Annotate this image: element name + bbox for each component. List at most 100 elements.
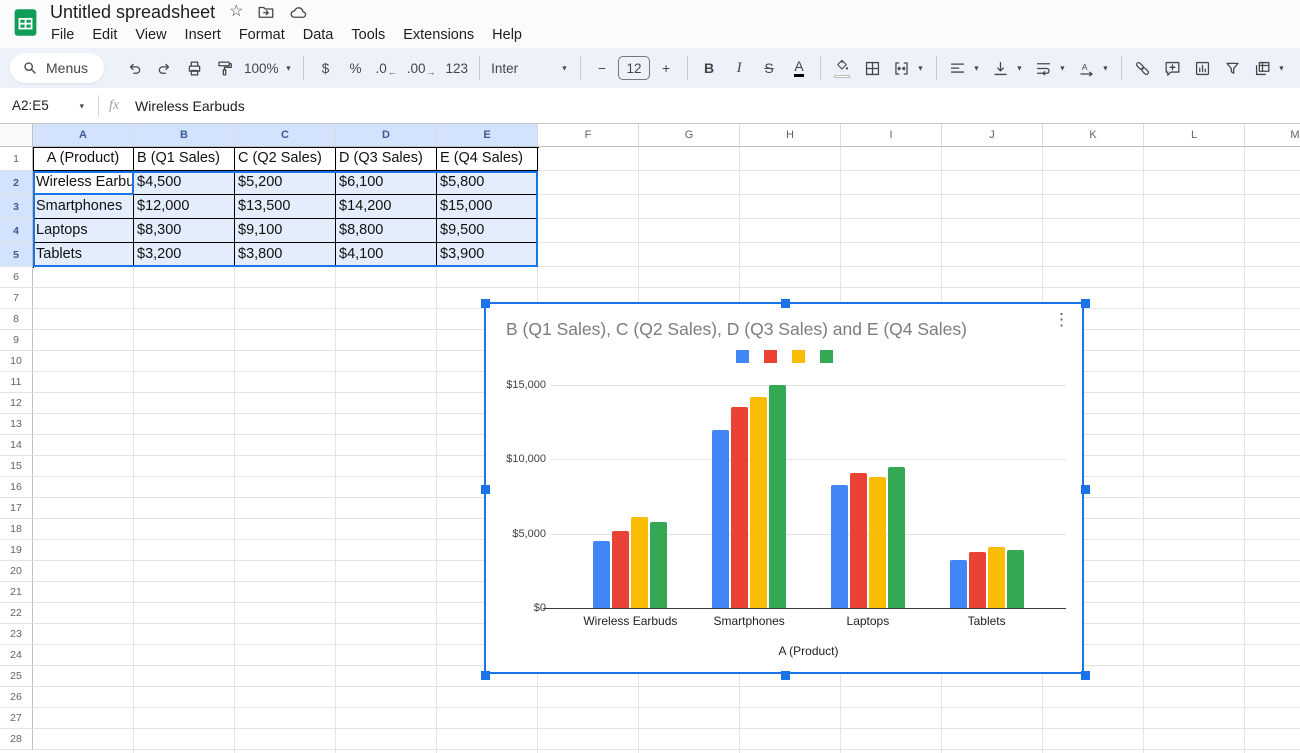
row-header-7[interactable]: 7 [0, 288, 33, 309]
column-header-j[interactable]: J [942, 124, 1043, 147]
decrease-decimals-button[interactable]: .0← [371, 54, 400, 82]
cell-A5[interactable]: Tablets [33, 243, 134, 267]
chart-resize-handle[interactable] [781, 671, 790, 680]
document-title[interactable]: Untitled spreadsheet [50, 2, 215, 23]
row-header-3[interactable]: 3 [0, 195, 33, 219]
font-size-button[interactable]: 12 [618, 56, 650, 80]
cell-E2[interactable]: $5,800 [437, 171, 538, 195]
column-header-c[interactable]: C [235, 124, 336, 147]
row-header-14[interactable]: 14 [0, 435, 33, 456]
zoom-select-button[interactable]: 100%▼ [240, 54, 296, 82]
cell-E1[interactable]: E (Q4 Sales) [437, 147, 538, 171]
column-header-f[interactable]: F [538, 124, 639, 147]
chart-resize-handle[interactable] [1081, 671, 1090, 680]
embedded-chart[interactable]: B (Q1 Sales), C (Q2 Sales), D (Q3 Sales)… [484, 302, 1084, 674]
cell-E5[interactable]: $3,900 [437, 243, 538, 267]
row-header-21[interactable]: 21 [0, 582, 33, 603]
row-header-25[interactable]: 25 [0, 666, 33, 687]
text-wrap-button[interactable]: ▼ [1030, 54, 1071, 82]
undo-button[interactable] [120, 54, 148, 82]
font-family-button[interactable]: Inter▼ [487, 54, 573, 82]
row-header-26[interactable]: 26 [0, 687, 33, 708]
cell-D1[interactable]: D (Q3 Sales) [336, 147, 437, 171]
cloud-saved-icon[interactable] [289, 3, 308, 22]
cell-B3[interactable]: $12,000 [134, 195, 235, 219]
decrease-font-size-button[interactable]: − [588, 54, 616, 82]
text-color-button[interactable]: A [785, 54, 813, 82]
cell-D5[interactable]: $4,100 [336, 243, 437, 267]
cell-C4[interactable]: $9,100 [235, 219, 336, 243]
row-header-12[interactable]: 12 [0, 393, 33, 414]
sheets-logo-icon[interactable] [11, 8, 40, 37]
chart-resize-handle[interactable] [481, 671, 490, 680]
row-header-11[interactable]: 11 [0, 372, 33, 393]
insert-link-button[interactable] [1129, 54, 1157, 82]
cell-A3[interactable]: Smartphones [33, 195, 134, 219]
cell-B2[interactable]: $4,500 [134, 171, 235, 195]
increase-decimals-button[interactable]: .00→ [403, 54, 440, 82]
menus-search-button[interactable]: Menus [10, 53, 104, 83]
row-header-10[interactable]: 10 [0, 351, 33, 372]
cell-B1[interactable]: B (Q1 Sales) [134, 147, 235, 171]
cell-E3[interactable]: $15,000 [437, 195, 538, 219]
chart-resize-handle[interactable] [1081, 299, 1090, 308]
row-header-6[interactable]: 6 [0, 267, 33, 288]
row-header-13[interactable]: 13 [0, 414, 33, 435]
cell-B4[interactable]: $8,300 [134, 219, 235, 243]
create-filter-button[interactable] [1219, 54, 1247, 82]
row-header-18[interactable]: 18 [0, 519, 33, 540]
merge-cells-button[interactable]: ▼ [888, 54, 929, 82]
strikethrough-button[interactable]: S [755, 54, 783, 82]
row-header-1[interactable]: 1 [0, 147, 33, 171]
menu-insert[interactable]: Insert [176, 25, 230, 45]
chart-resize-handle[interactable] [481, 485, 490, 494]
text-rotation-button[interactable]: A▼ [1073, 54, 1114, 82]
menu-data[interactable]: Data [294, 25, 343, 45]
column-header-i[interactable]: I [841, 124, 942, 147]
menu-format[interactable]: Format [230, 25, 294, 45]
chart-resize-handle[interactable] [781, 299, 790, 308]
column-header-l[interactable]: L [1144, 124, 1245, 147]
cell-C3[interactable]: $13,500 [235, 195, 336, 219]
table-views-button[interactable]: ▼ [1249, 54, 1290, 82]
row-header-17[interactable]: 17 [0, 498, 33, 519]
cell-C5[interactable]: $3,800 [235, 243, 336, 267]
cell-B5[interactable]: $3,200 [134, 243, 235, 267]
format-percent-button[interactable]: % [341, 54, 369, 82]
more-formats-button[interactable]: 123 [442, 54, 473, 82]
row-header-15[interactable]: 15 [0, 456, 33, 477]
row-header-22[interactable]: 22 [0, 603, 33, 624]
column-header-d[interactable]: D [336, 124, 437, 147]
cell-A1[interactable]: A (Product) [33, 147, 134, 171]
column-header-a[interactable]: A [33, 124, 134, 147]
menu-help[interactable]: Help [483, 25, 531, 45]
row-header-8[interactable]: 8 [0, 309, 33, 330]
row-header-19[interactable]: 19 [0, 540, 33, 561]
chart-resize-handle[interactable] [1081, 485, 1090, 494]
row-header-20[interactable]: 20 [0, 561, 33, 582]
column-header-g[interactable]: G [639, 124, 740, 147]
row-header-24[interactable]: 24 [0, 645, 33, 666]
borders-button[interactable] [858, 54, 886, 82]
chart-resize-handle[interactable] [481, 299, 490, 308]
insert-comment-button[interactable] [1159, 54, 1187, 82]
paint-format-button[interactable] [210, 54, 238, 82]
cell-D4[interactable]: $8,800 [336, 219, 437, 243]
redo-button[interactable] [150, 54, 178, 82]
horizontal-align-button[interactable]: ▼ [944, 54, 985, 82]
column-header-h[interactable]: H [740, 124, 841, 147]
menu-file[interactable]: File [42, 25, 83, 45]
cell-C1[interactable]: C (Q2 Sales) [235, 147, 336, 171]
chart-options-icon[interactable]: ⋮ [1053, 310, 1070, 330]
fill-color-button[interactable] [828, 54, 856, 82]
row-header-9[interactable]: 9 [0, 330, 33, 351]
bold-button[interactable]: B [695, 54, 723, 82]
menu-view[interactable]: View [126, 25, 175, 45]
cells-area[interactable]: A (Product)B (Q1 Sales)C (Q2 Sales)D (Q3… [33, 147, 1300, 753]
vertical-align-button[interactable]: ▼ [987, 54, 1028, 82]
cell-A4[interactable]: Laptops [33, 219, 134, 243]
print-button[interactable] [180, 54, 208, 82]
increase-font-size-button[interactable]: + [652, 54, 680, 82]
format-currency-button[interactable]: $ [311, 54, 339, 82]
insert-chart-button[interactable] [1189, 54, 1217, 82]
